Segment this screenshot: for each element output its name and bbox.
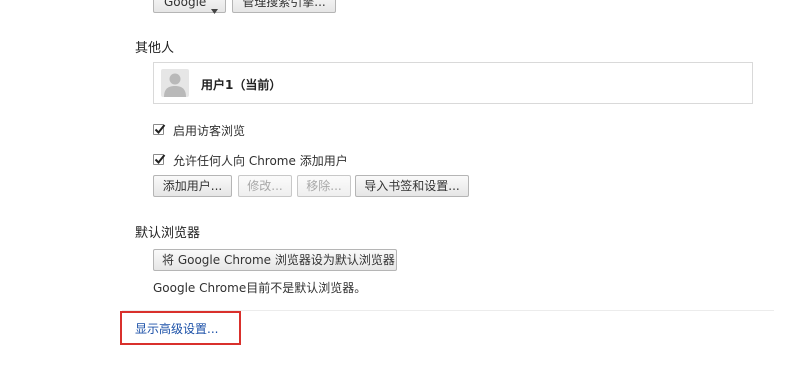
profile-list-item[interactable]: 用户1（当前）: [153, 62, 753, 104]
default-browser-section-title: 默认浏览器: [135, 226, 201, 241]
default-browser-status: Google Chrome目前不是默认浏览器。: [153, 281, 367, 295]
checkmark-icon: [154, 124, 166, 134]
search-engine-select[interactable]: Google: [153, 0, 226, 14]
search-engine-select-value: Google: [164, 0, 207, 9]
add-user-button[interactable]: 添加用户...: [153, 175, 232, 197]
profile-name: 用户1（当前）: [201, 78, 282, 92]
highlight-annotation-box: [120, 311, 241, 345]
remove-user-button[interactable]: 移除...: [297, 175, 351, 197]
checkmark-icon: [154, 154, 166, 164]
set-default-browser-button[interactable]: 将 Google Chrome 浏览器设为默认浏览器: [153, 249, 397, 271]
guest-browsing-checkbox[interactable]: [153, 124, 166, 135]
allow-add-person-checkbox[interactable]: [153, 154, 166, 165]
triangle-down-icon: [211, 0, 218, 20]
people-section-title: 其他人: [135, 41, 175, 56]
manage-search-engines-button[interactable]: 管理搜索引擎...: [232, 0, 336, 13]
edit-user-button[interactable]: 修改...: [238, 175, 292, 197]
guest-browsing-label: 启用访客浏览: [173, 124, 246, 138]
import-bookmarks-button[interactable]: 导入书签和设置...: [355, 175, 469, 197]
person-avatar-icon: [161, 69, 189, 97]
allow-add-person-label: 允许任何人向 Chrome 添加用户: [173, 154, 348, 168]
